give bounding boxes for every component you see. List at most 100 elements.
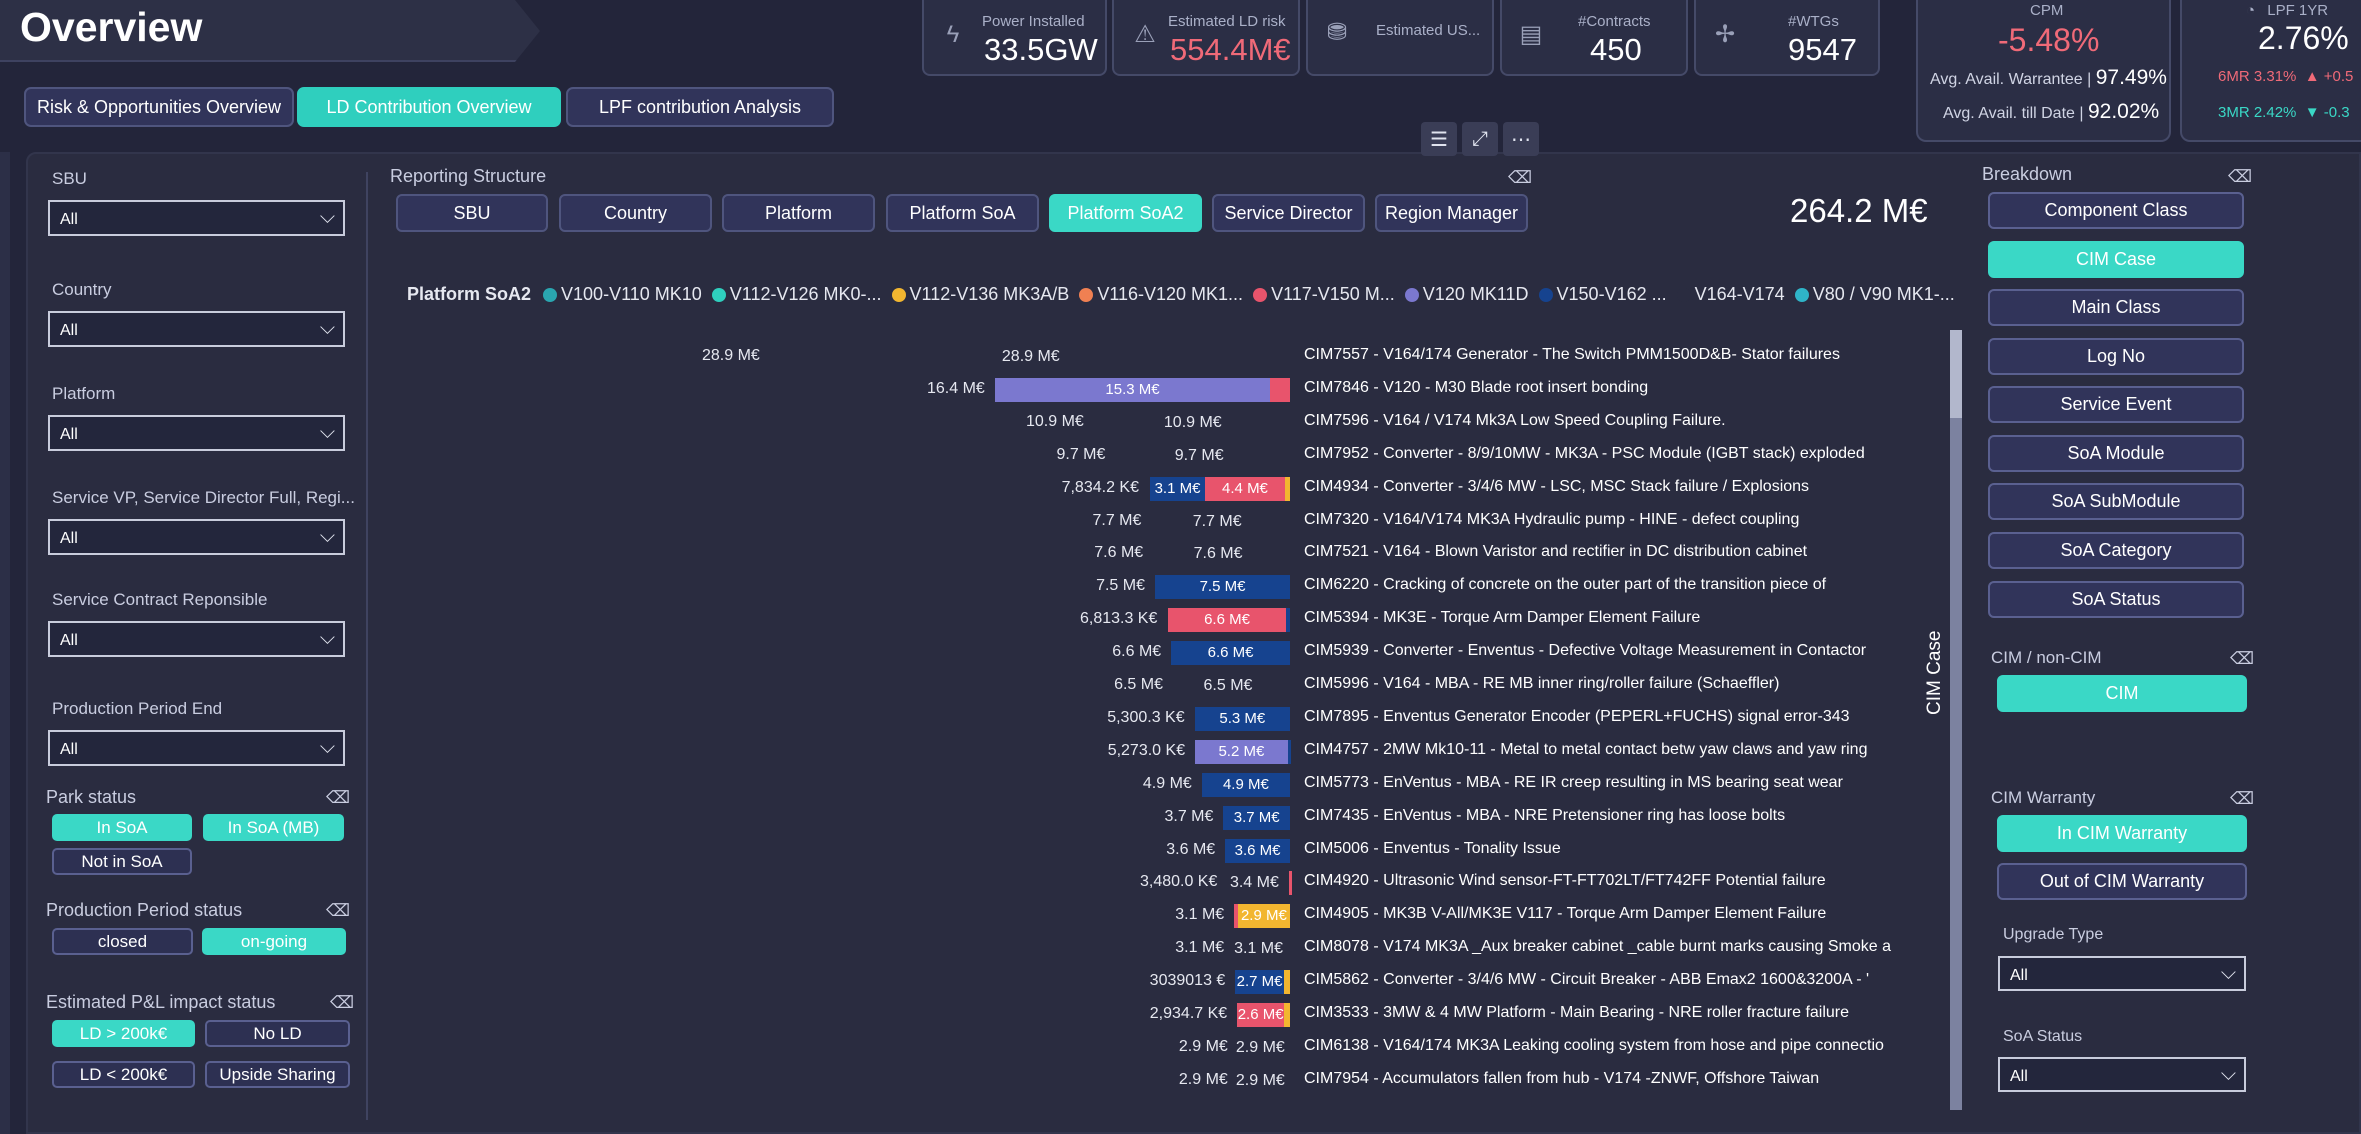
chart-row[interactable]: 6.5 M€ 6.5 M€ CIM5996 - V164 - MBA - RE MB… [400, 669, 1900, 702]
breakdown-soa-category[interactable]: SoA Category [1988, 532, 2244, 569]
chart-row[interactable]: 5.3 M€ 5,300.3 K€ CIM7895 - Enventus Gener… [400, 702, 1900, 735]
chart-row[interactable]: 3.1 M€ 4.4 M€ 7,834.2 K€ CIM4934 - Converte… [400, 472, 1900, 505]
chart-row[interactable]: 7.5 M€ 7.5 M€ CIM6220 - Cracking of concre… [400, 570, 1900, 603]
breakdown-log-no[interactable]: Log No [1988, 338, 2244, 375]
chart-row[interactable]: 9.7 M€ 9.7 M€ CIM7952 - Converter - 8/9/10… [400, 439, 1900, 472]
bar-segment[interactable]: 4.4 M€ [1205, 476, 1285, 501]
out-of-cim-warranty-button[interactable]: Out of CIM Warranty [1997, 863, 2247, 900]
eraser-icon[interactable]: ⌫ [2228, 167, 2252, 187]
chart-row[interactable]: 2.7 M€ 3039013 € CIM5862 - Converter - 3/4… [400, 965, 1900, 998]
upgrade-type-dropdown[interactable]: All ⌵ [1998, 956, 2246, 991]
bar-segment[interactable] [1288, 871, 1292, 896]
tab-ld-contribution-overview[interactable]: LD Contribution Overview [297, 87, 561, 127]
focus-mode-icon[interactable]: ⤢ [1462, 122, 1498, 156]
bar-segment[interactable]: 7.5 M€ [1155, 575, 1290, 600]
legend-item[interactable]: V100-V110 MK10 [543, 284, 702, 305]
breakdown-soa-status[interactable]: SoA Status [1988, 581, 2244, 618]
chart-row[interactable]: 7.6 M€ 7.6 M€ CIM7521 - V164 - Blown Varis… [400, 537, 1900, 570]
production-status-on-going[interactable]: on-going [202, 928, 346, 955]
sbu-dropdown[interactable]: All ⌵ [48, 200, 345, 236]
breakdown-service-event[interactable]: Service Event [1988, 386, 2244, 423]
bar-segment[interactable]: 2.6 M€ [1237, 1003, 1285, 1027]
chart-row[interactable]: 4.9 M€ 4.9 M€ CIM5773 - EnVentus - MBA - R… [400, 768, 1900, 801]
chart-row[interactable]: 3.7 M€ 3.7 M€ CIM7435 - EnVentus - MBA - N… [400, 801, 1900, 834]
chart-row[interactable]: 2.6 M€ 2,934.7 K€ CIM3533 - 3MW & 4 MW Pla… [400, 998, 1900, 1031]
rs-service-director[interactable]: Service Director [1212, 194, 1365, 232]
in-cim-warranty-button[interactable]: In CIM Warranty [1997, 815, 2247, 852]
chart-row[interactable]: 6.6 M€ 6,813.3 K€ CIM5394 - MK3E - Torque … [400, 603, 1900, 636]
eraser-icon[interactable]: ⌫ [2230, 649, 2254, 669]
bar-segment[interactable] [1286, 608, 1290, 633]
eraser-icon[interactable]: ⌫ [330, 993, 354, 1013]
rs-platform-soa2[interactable]: Platform SoA2 [1049, 194, 1202, 232]
pl-upside-sharing[interactable]: Upside Sharing [205, 1061, 350, 1088]
legend-item[interactable]: V112-V126 MK0-... [711, 284, 882, 305]
breakdown-soa-module[interactable]: SoA Module [1988, 435, 2244, 472]
chart-row[interactable]: 2.9 M€ 3.1 M€ CIM4905 - MK3B V-All/MK3E V1… [400, 899, 1900, 932]
legend-item[interactable]: V164-V174 [1676, 284, 1785, 305]
breakdown-cim-case[interactable]: CIM Case [1988, 241, 2244, 278]
chart-row[interactable]: 10.9 M€ 10.9 M€ CIM7596 - V164 / V174 Mk3A… [400, 406, 1900, 439]
service-contract-dropdown[interactable]: All ⌵ [48, 621, 345, 657]
bar-segment[interactable] [1284, 1003, 1290, 1027]
legend-item[interactable]: V80 / V90 MK1-... [1794, 284, 1955, 305]
pl-no-ld[interactable]: No LD [205, 1020, 350, 1047]
pl-ld-over-200k[interactable]: LD > 200k€ [52, 1020, 195, 1047]
production-period-end-dropdown[interactable]: All ⌵ [48, 730, 345, 766]
bar-segment[interactable]: 3.7 M€ [1223, 805, 1290, 830]
bar-segment[interactable]: 3.6 M€ [1225, 838, 1290, 863]
rs-sbu[interactable]: SBU [396, 194, 548, 232]
bar-segment[interactable] [1270, 377, 1290, 402]
bar-segment[interactable] [1283, 970, 1290, 995]
tab-lpf-contribution-analysis[interactable]: LPF contribution Analysis [566, 87, 834, 127]
breakdown-component-class[interactable]: Component Class [1988, 192, 2244, 229]
scrollbar-thumb[interactable] [1950, 330, 1962, 418]
chart-row[interactable]: 6.6 M€ 6.6 M€ CIM5939 - Converter - Envent… [400, 636, 1900, 669]
eraser-icon[interactable]: ⌫ [2230, 789, 2254, 809]
country-dropdown[interactable]: All ⌵ [48, 311, 345, 347]
bar-segment[interactable]: 2.9 M€ [1237, 904, 1290, 929]
eraser-icon[interactable]: ⌫ [326, 788, 350, 808]
platform-dropdown[interactable]: All ⌵ [48, 415, 345, 451]
park-status-in-soa-mb[interactable]: In SoA (MB) [203, 814, 344, 841]
chart-row[interactable]: 3.6 M€ 3.6 M€ CIM5006 - Enventus - Tonalit… [400, 834, 1900, 867]
tab-risk-opportunities-overview[interactable]: Risk & Opportunities Overview [24, 87, 294, 127]
more-options-icon[interactable]: ⋯ [1503, 122, 1539, 156]
bar-segment[interactable]: 15.3 M€ [994, 377, 1271, 402]
pl-ld-under-200k[interactable]: LD < 200k€ [52, 1061, 195, 1088]
legend-item[interactable]: V150-V162 ... [1538, 284, 1667, 305]
rs-region-manager[interactable]: Region Manager [1375, 194, 1528, 232]
bar-segment[interactable]: 4.9 M€ [1201, 772, 1290, 797]
legend-item[interactable]: V116-V120 MK1... [1079, 284, 1243, 305]
chart-row[interactable]: 3.4 M€ 3,480.0 K€ CIM4920 - Ultrasonic Win… [400, 866, 1900, 899]
bar-segment[interactable]: 6.6 M€ [1167, 608, 1287, 633]
filter-icon[interactable]: ☰ [1421, 122, 1457, 156]
chart-row[interactable]: 5.2 M€ 5,273.0 K€ CIM4757 - 2MW Mk10-11 - … [400, 735, 1900, 768]
park-status-not-in-soa[interactable]: Not in SoA [52, 848, 192, 875]
chart-row[interactable]: 3.1 M€ 3.1 M€ CIM8078 - V174 MK3A _Aux bre… [400, 932, 1900, 965]
park-status-in-soa[interactable]: In SoA [52, 814, 192, 841]
bar-segment[interactable] [1284, 476, 1290, 501]
breakdown-soa-submodule[interactable]: SoA SubModule [1988, 483, 2244, 520]
chart-row[interactable]: 2.9 M€ 2.9 M€ CIM6138 - V164/174 MK3A Leak… [400, 1031, 1900, 1064]
chart-scrollbar[interactable] [1950, 330, 1962, 1110]
bar-segment[interactable] [1288, 739, 1292, 764]
rs-platform-soa[interactable]: Platform SoA [886, 194, 1039, 232]
eraser-icon[interactable]: ⌫ [1508, 168, 1532, 188]
rs-platform[interactable]: Platform [722, 194, 875, 232]
soa-status-dropdown[interactable]: All ⌵ [1998, 1057, 2246, 1092]
bar-segment[interactable]: 2.7 M€ [1235, 970, 1284, 995]
production-status-closed[interactable]: closed [52, 928, 193, 955]
bar-segment[interactable]: 3.1 M€ [1149, 476, 1206, 501]
service-vp-dropdown[interactable]: All ⌵ [48, 519, 345, 555]
legend-item[interactable]: V120 MK11D [1404, 284, 1529, 305]
chart-row[interactable]: 7.7 M€ 7.7 M€ CIM7320 - V164/V174 MK3A Hyd… [400, 505, 1900, 538]
bar-segment[interactable]: 6.6 M€ [1171, 641, 1290, 666]
breakdown-main-class[interactable]: Main Class [1988, 289, 2244, 326]
chart-row[interactable]: 28.9 M€ 28.9 M€ CIM7557 - V164/174 Generat… [400, 340, 1900, 373]
bar-segment[interactable]: 5.3 M€ [1194, 706, 1290, 731]
chart-row[interactable]: 2.9 M€ 2.9 M€ CIM7954 - Accumulators falle… [400, 1064, 1900, 1097]
eraser-icon[interactable]: ⌫ [326, 901, 350, 921]
chart-row[interactable]: 15.3 M€ 16.4 M€ CIM7846 - V120 - M30 Blade… [400, 373, 1900, 406]
legend-item[interactable]: V112-V136 MK3A/B [891, 284, 1069, 305]
